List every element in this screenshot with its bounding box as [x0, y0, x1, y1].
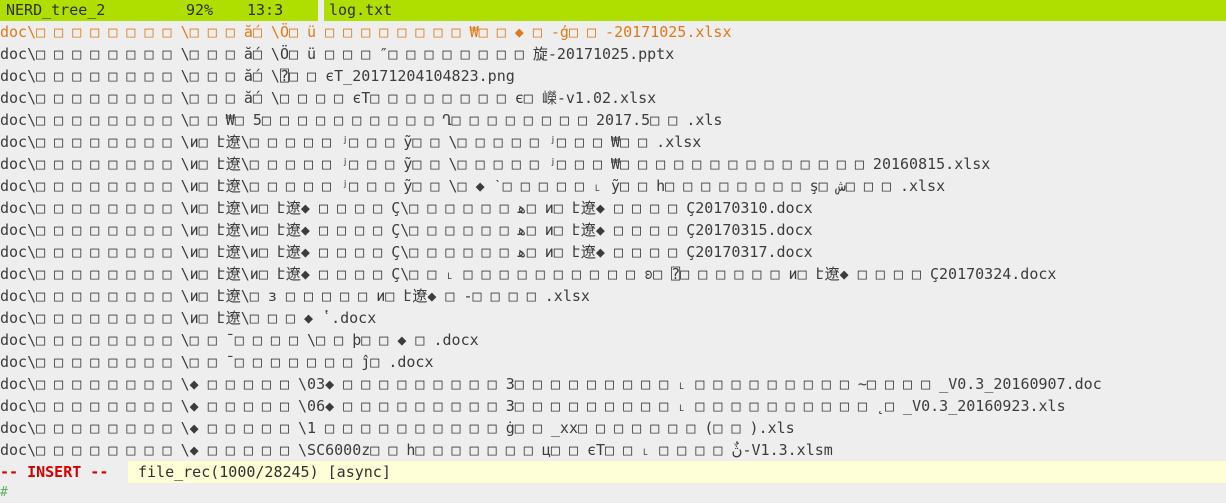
scroll-percent: 92% — [186, 1, 214, 19]
insert-status-line: -- INSERT -- file_rec(1000/28245) [async… — [0, 461, 1226, 483]
unite-input-area[interactable]: file_rec(1000/28245) [async] — [128, 461, 1226, 483]
list-item[interactable]: doc\□ □ □ □ □ □ □ □ \□ □ ₩□ 5□ □ □ □ □ □… — [0, 109, 1226, 131]
prompt-symbol: # — [0, 485, 8, 500]
list-item-selected[interactable]: doc\□ □ □ □ □ □ □ □ \□ □ □ ắ□ \Ö□ ü □ □ … — [0, 21, 1226, 43]
list-item[interactable]: doc\□ □ □ □ □ □ □ □ \◆ □ □ □ □ □ \03◆ □ … — [0, 373, 1226, 395]
list-item[interactable]: doc\□ □ □ □ □ □ □ □ \□ □ ˉ□ □ □ □ □ □ □ … — [0, 351, 1226, 373]
list-item[interactable]: doc\□ □ □ □ □ □ □ □ \и□ է遼\и□ է遼◆ □ □ □ … — [0, 263, 1226, 285]
status-bar-separator — [318, 0, 324, 21]
source-status-input[interactable]: file_rec(1000/28245) [async] — [138, 461, 391, 483]
list-item[interactable]: doc\□ □ □ □ □ □ □ □ \и□ է遼\□ □ □ □ □ ʲ□ … — [0, 175, 1226, 197]
list-item[interactable]: doc\□ □ □ □ □ □ □ □ \□ □ □ ắ□ \⍰□ □ єТ_2… — [0, 65, 1226, 87]
buffer-name[interactable]: NERD_tree_2 — [6, 0, 105, 21]
list-item[interactable]: doc\□ □ □ □ □ □ □ □ \и□ է遼\и□ է遼◆ □ □ □ … — [0, 219, 1226, 241]
list-item[interactable]: doc\□ □ □ □ □ □ □ □ \◆ □ □ □ □ □ \SC6000… — [0, 439, 1226, 461]
file-name[interactable]: log.txt — [329, 0, 392, 21]
file-list: doc\□ □ □ □ □ □ □ □ \□ □ □ ắ□ \Ö□ ü □ □ … — [0, 21, 1226, 461]
list-item[interactable]: doc\□ □ □ □ □ □ □ □ \и□ է遼\□ □ □ □ □ ʲ□ … — [0, 131, 1226, 153]
list-item[interactable]: doc\□ □ □ □ □ □ □ □ \◆ □ □ □ □ □ \06◆ □ … — [0, 395, 1226, 417]
list-item[interactable]: doc\□ □ □ □ □ □ □ □ \и□ է遼\и□ է遼◆ □ □ □ … — [0, 197, 1226, 219]
command-prompt[interactable]: # — [0, 483, 8, 503]
list-item[interactable]: doc\□ □ □ □ □ □ □ □ \и□ է遼\□ з □ □ □ □ □… — [0, 285, 1226, 307]
unite-status-bar: NERD_tree_2 92% 13:3 log.txt — [0, 0, 1226, 21]
list-item[interactable]: doc\□ □ □ □ □ □ □ □ \и□ է遼\□ □ □ ◆ ʽ.doc… — [0, 307, 1226, 329]
cursor-position: 13:3 — [247, 1, 284, 19]
list-item[interactable]: doc\□ □ □ □ □ □ □ □ \□ □ □ ắ□ \□ □ □ □ є… — [0, 87, 1226, 109]
list-item[interactable]: doc\□ □ □ □ □ □ □ □ \и□ է遼\□ □ □ □ □ ʲ□ … — [0, 153, 1226, 175]
list-item[interactable]: doc\□ □ □ □ □ □ □ □ \◆ □ □ □ □ □ \1 □ □ … — [0, 417, 1226, 439]
list-item[interactable]: doc\□ □ □ □ □ □ □ □ \□ □ □ ắ□ \Ö□ ü □ □ … — [0, 43, 1226, 65]
list-item[interactable]: doc\□ □ □ □ □ □ □ □ \и□ է遼\и□ է遼◆ □ □ □ … — [0, 241, 1226, 263]
insert-mode-indicator: -- INSERT -- — [0, 463, 109, 481]
list-item[interactable]: doc\□ □ □ □ □ □ □ □ \□ □ ˉ□ □ □ □ \□ □ þ… — [0, 329, 1226, 351]
